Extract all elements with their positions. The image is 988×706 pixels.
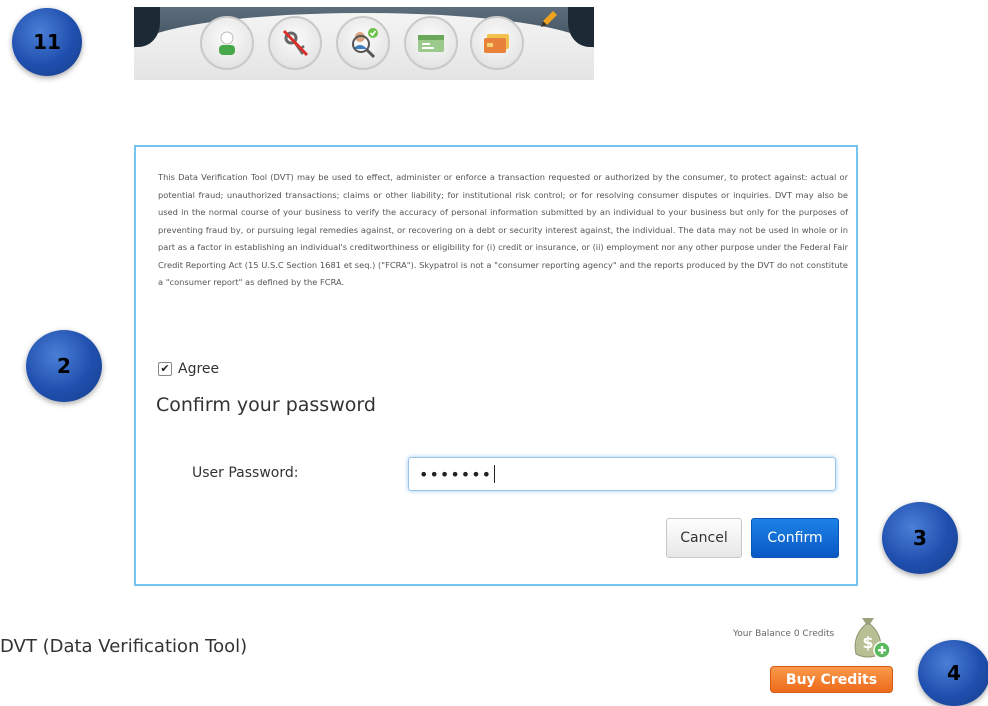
svg-text:$: $ [862,633,873,652]
password-value: ••••••• [419,464,493,484]
text-caret [494,465,496,483]
step-marker-4: 4 [918,640,988,706]
step-number: 3 [913,526,927,550]
money-bag-add-icon[interactable]: $ [848,610,894,662]
confirm-button[interactable]: Confirm [751,518,839,558]
confirm-password-heading: Confirm your password [156,394,376,416]
step-marker-2: 2 [26,330,102,402]
credit-card-icon[interactable] [470,16,524,70]
step-number: 4 [947,661,961,685]
step-number: 11 [33,30,61,54]
agree-label: Agree [178,361,220,377]
tool-dock [134,7,594,80]
verify-user-icon[interactable] [336,16,390,70]
password-input[interactable]: ••••••• [408,457,836,491]
agree-checkbox-row[interactable]: ✔ Agree [158,361,219,377]
legal-disclaimer-text: This Data Verification Tool (DVT) may be… [158,172,848,287]
dvt-agreement-dialog: This Data Verification Tool (DVT) may be… [134,145,858,586]
cancel-button[interactable]: Cancel [666,518,742,558]
step-marker-11: 11 [12,8,82,76]
balance-text: Your Balance 0 Credits [733,629,835,639]
step-number: 2 [57,354,71,378]
password-label: User Password: [192,465,299,481]
pencil-icon[interactable] [537,9,559,31]
buy-credits-button[interactable]: Buy Credits [770,666,893,693]
key-disabled-icon[interactable] [268,16,322,70]
agree-checkbox[interactable]: ✔ [158,362,172,376]
step-marker-3: 3 [882,502,958,574]
id-card-icon[interactable] [404,16,458,70]
user-icon[interactable] [200,16,254,70]
page-title: DVT (Data Verification Tool) [0,636,248,657]
